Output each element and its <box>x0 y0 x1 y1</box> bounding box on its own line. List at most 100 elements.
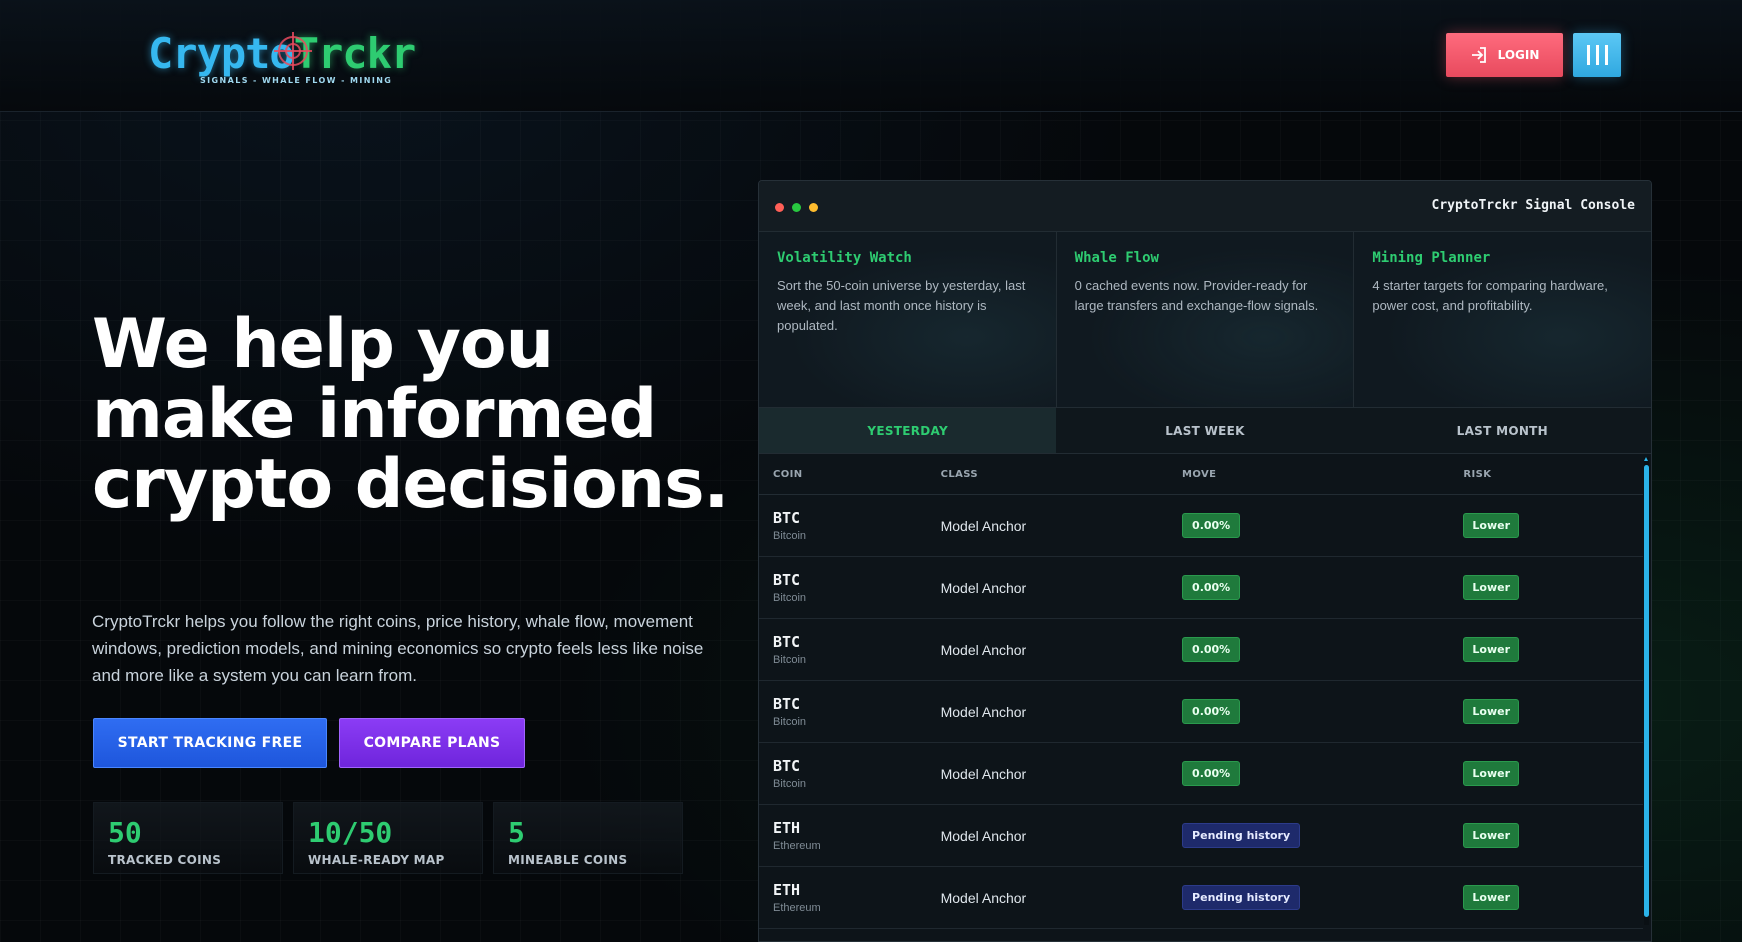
logo-wordmark: Crypto Trckr <box>148 30 438 78</box>
compare-plans-button[interactable]: COMPARE PLANS <box>339 718 525 768</box>
tab-last-month[interactable]: LAST MONTH <box>1353 408 1651 453</box>
table-row[interactable]: BTC Bitcoin Model Anchor 0.00% Lower <box>759 557 1643 619</box>
risk-badge: Lower <box>1463 699 1520 724</box>
coin-cell: BTC Bitcoin <box>773 571 941 604</box>
risk-cell: Lower <box>1463 575 1643 600</box>
window-dot-green <box>792 203 801 212</box>
coin-symbol: BTC <box>773 633 801 651</box>
risk-badge: Lower <box>1463 637 1520 662</box>
coin-symbol: ETH <box>773 881 801 899</box>
move-cell: 0.00% <box>1182 637 1463 662</box>
table-row[interactable]: ETH Ethereum Model Anchor Pending history Lo… <box>759 867 1643 929</box>
risk-badge: Lower <box>1463 575 1520 600</box>
coin-name: Ethereum <box>773 840 821 852</box>
risk-cell: Lower <box>1463 637 1643 662</box>
move-badge: Pending history <box>1182 885 1301 910</box>
risk-cell: Lower <box>1463 761 1643 786</box>
class-cell: Model Anchor <box>940 517 1027 534</box>
table-row[interactable]: BTC Bitcoin Model Anchor 0.00% Lower <box>759 495 1643 557</box>
move-badge: 0.00% <box>1182 699 1241 724</box>
login-label: LOGIN <box>1497 48 1540 62</box>
stat-label: WHALE-READY MAP <box>308 853 445 867</box>
signal-console: CryptoTrckr Signal Console Volatility Wa… <box>758 180 1652 942</box>
card-text: Sort the 50-coin universe by yesterday, … <box>777 278 1026 333</box>
risk-cell: Lower <box>1463 513 1643 538</box>
class-cell: Model Anchor <box>940 579 1027 596</box>
risk-cell: Lower <box>1463 823 1643 848</box>
table-scrollbar[interactable] <box>1644 457 1649 925</box>
coin-cell: BTC Bitcoin <box>773 695 941 728</box>
card-text: 0 cached events now. Provider-ready for … <box>1074 278 1319 313</box>
column-header-move[interactable]: MOVE <box>1182 469 1463 480</box>
menu-icon-bar <box>1604 45 1608 65</box>
risk-cell: Lower <box>1463 699 1643 724</box>
coin-name: Bitcoin <box>773 592 807 604</box>
move-badge: 0.00% <box>1182 513 1241 538</box>
move-badge: 0.00% <box>1182 575 1241 600</box>
column-header-risk[interactable]: RISK <box>1463 469 1643 480</box>
hero-description: CryptoTrckr helps you follow the right c… <box>92 612 704 685</box>
stat-whale-map: 10/50 WHALE-READY MAP <box>293 802 483 874</box>
coin-name: Bitcoin <box>773 654 807 666</box>
move-cell: 0.00% <box>1182 575 1463 600</box>
signals-table: COIN CLASS MOVE RISK BTC Bitcoin Model Anc… <box>759 455 1643 941</box>
column-header-class[interactable]: CLASS <box>941 469 1182 480</box>
scroll-up-arrow-icon[interactable] <box>1644 457 1648 461</box>
risk-badge: Lower <box>1463 885 1520 910</box>
card-whale-flow: Whale Flow 0 cached events now. Provider… <box>1057 232 1355 407</box>
start-tracking-button[interactable]: START TRACKING FREE <box>93 718 327 768</box>
move-cell: Pending history <box>1182 885 1463 910</box>
class-cell: Model Anchor <box>940 765 1027 782</box>
risk-cell: Lower <box>1463 885 1643 910</box>
move-cell: 0.00% <box>1182 699 1463 724</box>
column-header-coin[interactable]: COIN <box>773 469 941 480</box>
coin-name: Bitcoin <box>773 716 807 728</box>
menu-icon-bar <box>1586 45 1590 65</box>
coin-name: Bitcoin <box>773 778 807 790</box>
feature-cards: Volatility Watch Sort the 50-coin univer… <box>759 232 1651 408</box>
coin-symbol: ETH <box>773 819 801 837</box>
coin-name: Bitcoin <box>773 530 807 542</box>
card-title: Mining Planner <box>1372 250 1491 266</box>
move-cell: Pending history <box>1182 823 1463 848</box>
scrollbar-thumb[interactable] <box>1644 465 1649 917</box>
coin-symbol: BTC <box>773 509 801 527</box>
login-icon <box>1471 47 1486 63</box>
coin-cell: ETH Ethereum <box>773 819 941 852</box>
stat-mineable-coins: 5 MINEABLE COINS <box>493 802 683 874</box>
login-button[interactable]: LOGIN <box>1446 33 1563 77</box>
tab-yesterday[interactable]: YESTERDAY <box>759 408 1057 453</box>
console-title: CryptoTrckr Signal Console <box>1431 198 1636 213</box>
risk-badge: Lower <box>1463 761 1520 786</box>
class-cell: Model Anchor <box>940 641 1027 658</box>
tab-last-week[interactable]: LAST WEEK <box>1056 408 1354 453</box>
table-row[interactable]: BTC Bitcoin Model Anchor 0.00% Lower <box>759 619 1643 681</box>
coin-cell: ETH Ethereum <box>773 881 941 914</box>
window-dot-red <box>775 203 784 212</box>
risk-badge: Lower <box>1463 823 1520 848</box>
class-cell: Model Anchor <box>940 827 1027 844</box>
move-cell: 0.00% <box>1182 513 1463 538</box>
move-badge: Pending history <box>1182 823 1301 848</box>
logo[interactable]: Crypto Trckr SIGNALS - WHALE FLOW - MINI… <box>148 30 438 92</box>
coin-name: Ethereum <box>773 902 821 914</box>
class-cell: Model Anchor <box>940 703 1027 720</box>
coin-cell: BTC Bitcoin <box>773 757 941 790</box>
table-row[interactable]: BTC Bitcoin Model Anchor 0.00% Lower <box>759 681 1643 743</box>
card-title: Volatility Watch <box>777 250 912 266</box>
period-tabs: YESTERDAY LAST WEEK LAST MONTH <box>759 408 1651 454</box>
table-row[interactable]: BTC Bitcoin Model Anchor 0.00% Lower <box>759 743 1643 805</box>
card-text: 4 starter targets for comparing hardware… <box>1372 278 1608 313</box>
coin-cell: BTC Bitcoin <box>773 633 941 666</box>
coin-symbol: BTC <box>773 757 801 775</box>
move-badge: 0.00% <box>1182 761 1241 786</box>
card-volatility-watch: Volatility Watch Sort the 50-coin univer… <box>759 232 1057 407</box>
menu-button[interactable] <box>1573 33 1621 77</box>
stat-value: 10/50 <box>308 816 393 849</box>
stat-label: MINEABLE COINS <box>508 853 628 867</box>
table-row[interactable]: ETH Ethereum Model Anchor Pending history Lo… <box>759 805 1643 867</box>
hero-title: We help you make informed crypto decisio… <box>92 305 729 524</box>
move-cell: 0.00% <box>1182 761 1463 786</box>
stat-tracked-coins: 50 TRACKED COINS <box>93 802 283 874</box>
menu-icon-bar <box>1595 45 1599 65</box>
